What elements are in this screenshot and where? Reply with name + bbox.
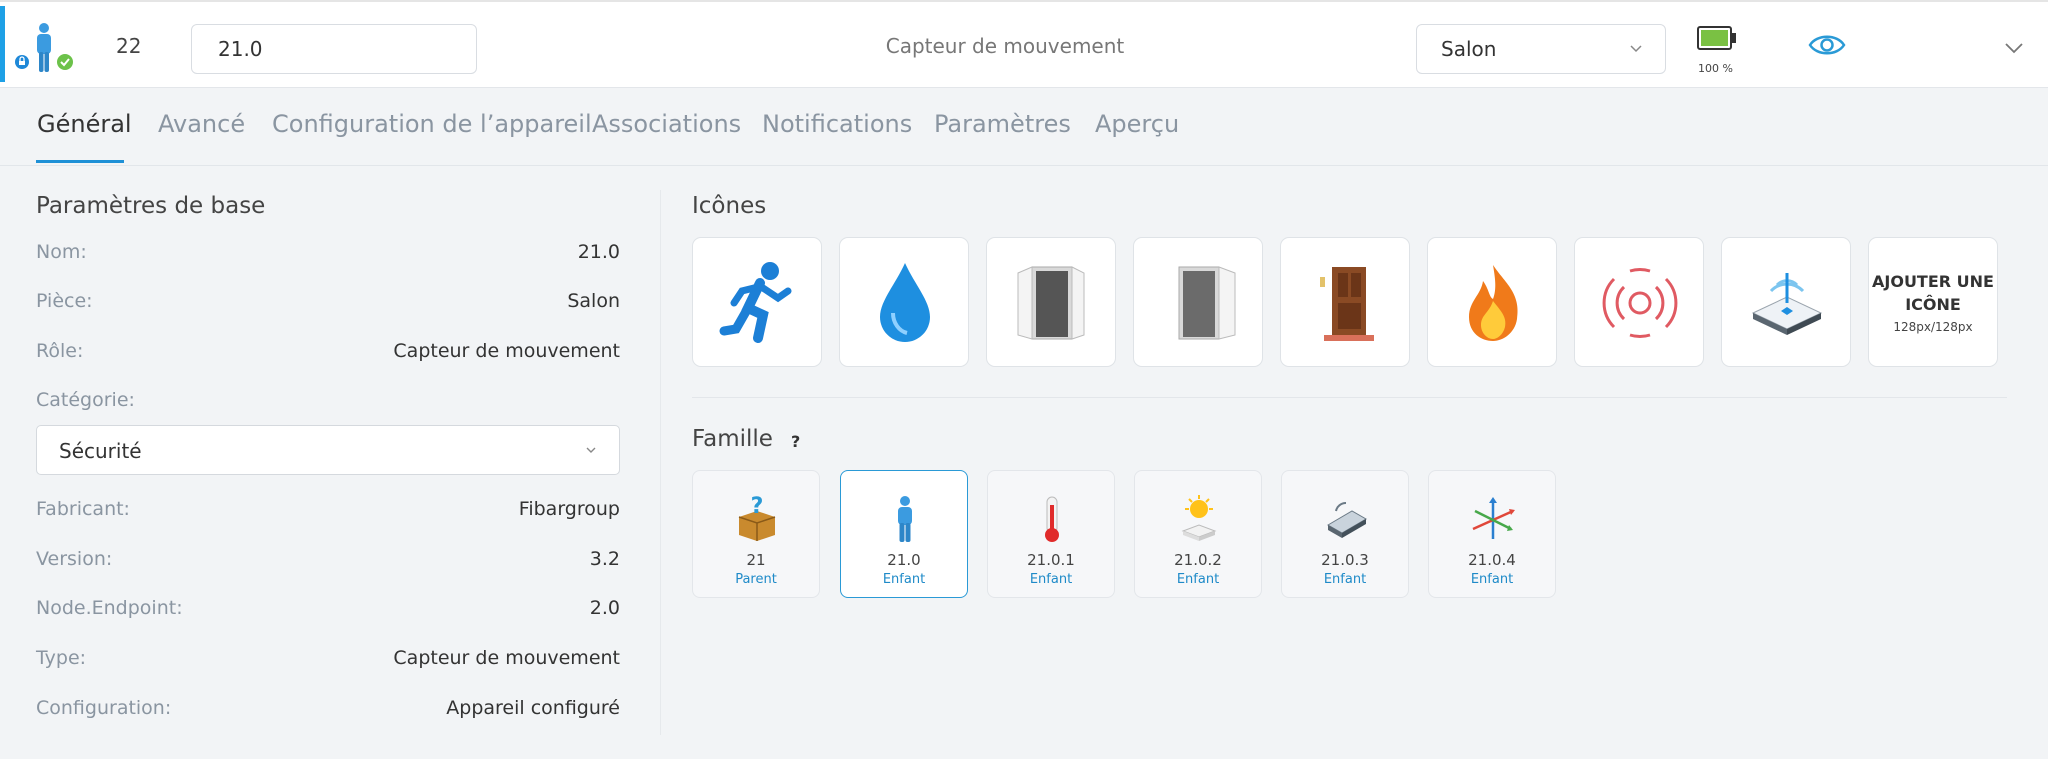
room-value: Salon [567,290,620,312]
basic-parameters-panel: Paramètres de base Nom: 21.0 Pièce: Salo… [0,166,650,746]
wooden-door-icon [1320,267,1374,341]
node-endpoint-label: Node.Endpoint: [36,597,183,619]
node-id: 22 [116,34,142,58]
role-label: Rôle: [36,340,84,362]
fire-icon [1469,265,1518,341]
family-item-role: Parent [735,572,777,587]
selection-accent [0,6,5,82]
section-divider [692,397,2007,398]
sun-light-icon [1181,495,1217,541]
version-label: Version: [36,548,113,570]
tab-associations[interactable]: Associations [592,110,741,138]
family-item-role: Enfant [1176,572,1220,587]
running-person-icon [719,262,792,343]
vibration-sensor-icon [1327,501,1367,538]
family-item-21-0-4[interactable]: 21.0.4 Enfant [1428,470,1556,598]
family-item-role: Enfant [1470,572,1514,587]
node-endpoint-value: 2.0 [589,597,620,619]
icon-option-water[interactable] [839,237,969,367]
basic-parameters-title: Paramètres de base [36,193,266,219]
chevron-down-icon[interactable] [2004,38,2024,58]
family-item-id: 21.0.3 [1321,551,1369,569]
battery-icon [1697,26,1736,50]
category-select[interactable]: Sécurité [36,425,620,475]
eye-icon[interactable] [1808,32,1846,58]
tab-notifications[interactable]: Notifications [762,110,912,138]
name-value: 21.0 [577,241,620,263]
family-item-id: 21.0.1 [1027,551,1075,569]
family-item-role: Enfant [1323,572,1367,587]
chevron-down-icon [586,447,596,453]
type-label: Type: [36,647,87,669]
axis-arrows-icon [1472,497,1515,539]
tab-device-configuration[interactable]: Configuration de l’appareil [272,110,592,138]
battery-percentage: 100 % [1698,62,1733,75]
family-title: Famille [692,426,773,452]
family-item-id: 21.0.4 [1468,551,1516,569]
help-icon[interactable]: ? [791,432,800,451]
icon-option-door-ajar[interactable] [1133,237,1263,367]
add-icon-button[interactable]: AJOUTER UNE ICÔNE 128px/128px [1868,237,1998,367]
icon-option-wooden-door[interactable] [1280,237,1410,367]
device-header: 22 Capteur de mouvement Salon 100 % [0,0,2048,88]
open-door-icon [1017,266,1085,340]
family-item-id: 21.0.2 [1174,551,1222,569]
family-item-21-0-3[interactable]: 21.0.3 Enfant [1281,470,1409,598]
family-item-21[interactable]: ? 21 Parent [692,470,820,598]
room-select-value: Salon [1441,37,1497,61]
family-item-21-0-1[interactable]: 21.0.1 Enfant [987,470,1115,598]
icon-option-fire[interactable] [1427,237,1557,367]
category-label: Catégorie: [36,389,135,411]
active-tab-indicator [36,160,124,163]
family-item-id: 21 [746,551,766,569]
role-value: Capteur de mouvement [393,340,620,362]
add-icon-label: AJOUTER UNE ICÔNE [1872,272,1994,314]
version-value: 3.2 [589,548,620,570]
family-item-role: Enfant [882,572,926,587]
chevron-down-icon [1630,45,1642,53]
name-label: Nom: [36,241,87,263]
tab-general[interactable]: Général [37,110,132,138]
family-item-21-0[interactable]: 21.0 Enfant [840,470,968,598]
alarm-signal-icon [1602,268,1678,338]
manufacturer-value: Fibargroup [518,498,620,520]
icon-option-running[interactable] [692,237,822,367]
svg-text:?: ? [751,495,764,519]
icons-title: Icônes [692,193,767,219]
family-item-id: 21.0 [887,551,921,569]
tab-preview[interactable]: Aperçu [1095,110,1179,138]
category-select-value: Sécurité [59,439,142,463]
tab-parameters[interactable]: Paramètres [934,110,1071,138]
family-item-role: Enfant [1029,572,1073,587]
motion-sensor-device-icon [1751,273,1823,335]
configuration-label: Configuration: [36,697,172,719]
device-name-input[interactable] [191,24,477,74]
device-role: Capteur de mouvement [885,34,1125,58]
room-select[interactable]: Salon [1416,24,1666,74]
configuration-value: Appareil configuré [446,697,620,719]
panel-divider [660,190,661,735]
manufacturer-label: Fabricant: [36,498,130,520]
device-person-icon [12,22,76,74]
icon-option-alarm[interactable] [1574,237,1704,367]
icon-option-motion-device[interactable] [1721,237,1851,367]
add-icon-size-hint: 128px/128px [1893,320,1973,334]
open-door-right-icon [1178,266,1236,340]
family-item-21-0-2[interactable]: 21.0.2 Enfant [1134,470,1262,598]
person-icon [898,496,912,542]
tab-bar: Général Avancé Configuration de l’appare… [0,88,2048,166]
room-label: Pièce: [36,290,93,312]
question-box-icon: ? [738,495,776,541]
tab-advanced[interactable]: Avancé [158,110,245,138]
water-drop-icon [880,263,930,342]
thermometer-icon [1045,496,1059,542]
type-value: Capteur de mouvement [393,647,620,669]
icon-option-door-open[interactable] [986,237,1116,367]
